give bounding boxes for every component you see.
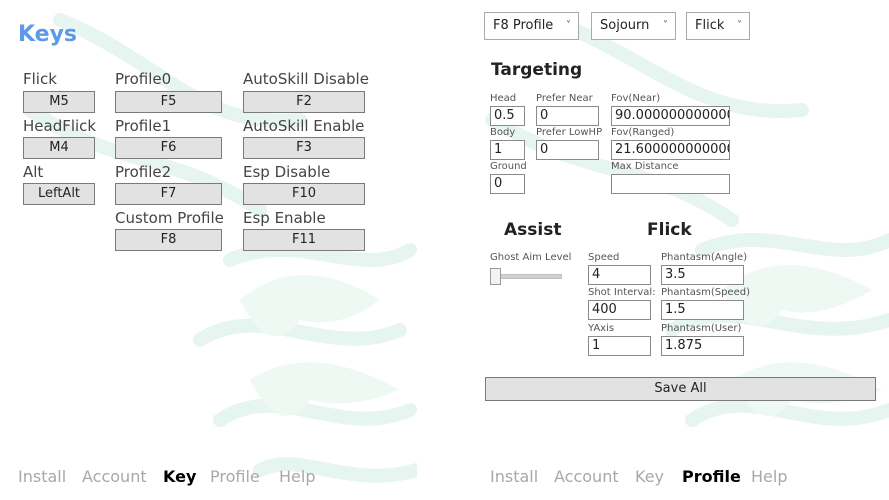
mode-select-value: Flick: [695, 18, 725, 33]
key-label-profile1: Profile1: [115, 117, 172, 135]
phantasm-user-label: Phantasm(User): [661, 323, 742, 334]
save-all-button[interactable]: Save All: [485, 377, 876, 401]
key-button-profile0[interactable]: F5: [115, 91, 222, 113]
character-select-value: Sojourn: [600, 18, 650, 33]
assist-title: Assist: [504, 220, 562, 240]
key-button-autoskill-disable[interactable]: F2: [243, 91, 365, 113]
keys-panel: Keys Flick M5 HeadFlick M4 Alt LeftAlt P…: [0, 0, 417, 500]
key-label-alt: Alt: [23, 163, 44, 181]
key-label-esp-disable: Esp Disable: [243, 163, 331, 181]
chevron-down-icon: ˅: [663, 20, 668, 31]
prefer-near-label: Prefer Near: [536, 93, 593, 104]
nav-account[interactable]: Account: [82, 467, 147, 486]
ground-label: Ground: [490, 161, 527, 172]
key-button-esp-enable[interactable]: F11: [243, 229, 365, 251]
prefer-lowhp-label: Prefer LowHP: [536, 127, 603, 138]
profile-panel: F8 Profile ˅ Sojourn ˅ Flick ˅ Targeting…: [472, 0, 889, 500]
key-button-autoskill-enable[interactable]: F3: [243, 137, 365, 159]
nav-account[interactable]: Account: [554, 467, 619, 486]
prefer-lowhp-input[interactable]: 0: [536, 140, 599, 160]
nav-install[interactable]: Install: [18, 467, 66, 486]
chevron-down-icon: ˅: [566, 20, 571, 31]
nav-profile[interactable]: Profile: [682, 467, 741, 486]
profile-select-value: F8 Profile: [493, 18, 554, 33]
key-label-profile2: Profile2: [115, 163, 172, 181]
key-label-esp-enable: Esp Enable: [243, 209, 326, 227]
speed-label: Speed: [588, 252, 620, 263]
ghost-aim-label: Ghost Aim Level: [490, 252, 572, 263]
yaxis-label: YAxis: [588, 323, 615, 334]
targeting-title: Targeting: [491, 60, 583, 80]
phantasm-angle-label: Phantasm(Angle): [661, 252, 748, 263]
ground-input[interactable]: 0: [490, 174, 525, 194]
body-label: Body: [490, 127, 516, 138]
key-button-profile1[interactable]: F6: [115, 137, 222, 159]
phantasm-speed-input[interactable]: 1.5: [661, 300, 744, 320]
key-label-headflick: HeadFlick: [23, 117, 97, 135]
ghost-aim-slider[interactable]: [490, 268, 562, 288]
key-label-autoskill-enable: AutoSkill Enable: [243, 117, 365, 135]
nav-help[interactable]: Help: [751, 467, 787, 486]
prefer-near-input[interactable]: 0: [536, 106, 599, 126]
head-input[interactable]: 0.5: [490, 106, 525, 126]
phantasm-user-input[interactable]: 1.875: [661, 336, 744, 356]
key-button-custom-profile[interactable]: F8: [115, 229, 222, 251]
fov-near-input[interactable]: 90.0000000000002: [611, 106, 730, 126]
chevron-down-icon: ˅: [737, 20, 742, 31]
fov-ranged-label: Fov(Ranged): [611, 127, 675, 138]
key-button-flick[interactable]: M5: [23, 91, 95, 113]
key-label-autoskill-disable: AutoSkill Disable: [243, 70, 369, 88]
max-distance-input[interactable]: [611, 174, 730, 194]
phantasm-speed-label: Phantasm(Speed): [661, 287, 750, 298]
key-button-esp-disable[interactable]: F10: [243, 183, 365, 205]
body-input[interactable]: 1: [490, 140, 525, 160]
key-button-headflick[interactable]: M4: [23, 137, 95, 159]
yaxis-input[interactable]: 1: [588, 336, 651, 356]
profile-select[interactable]: F8 Profile ˅: [484, 12, 579, 40]
character-select[interactable]: Sojourn ˅: [591, 12, 676, 40]
fov-ranged-input[interactable]: 21.6000000000003: [611, 140, 730, 160]
key-label-flick: Flick: [23, 70, 57, 88]
page-title: Keys: [18, 22, 78, 47]
fov-near-label: Fov(Near): [611, 93, 661, 104]
panel-separator: [417, 0, 472, 500]
flick-title: Flick: [647, 220, 692, 240]
nav-install[interactable]: Install: [490, 467, 538, 486]
mode-select[interactable]: Flick ˅: [686, 12, 750, 40]
nav-key[interactable]: Key: [635, 467, 664, 486]
shot-interval-label: Shot Interval:: [588, 287, 656, 298]
key-label-profile0: Profile0: [115, 70, 172, 88]
max-distance-label: Max Distance: [611, 161, 679, 172]
head-label: Head: [490, 93, 517, 104]
key-button-alt[interactable]: LeftAlt: [23, 183, 95, 205]
nav-help[interactable]: Help: [279, 467, 315, 486]
speed-input[interactable]: 4: [588, 265, 651, 285]
slider-thumb[interactable]: [490, 268, 501, 285]
key-label-custom-profile: Custom Profile: [115, 209, 224, 227]
key-button-profile2[interactable]: F7: [115, 183, 222, 205]
shot-interval-input[interactable]: 400: [588, 300, 651, 320]
nav-key[interactable]: Key: [163, 467, 196, 486]
nav-profile[interactable]: Profile: [210, 467, 260, 486]
phantasm-angle-input[interactable]: 3.5: [661, 265, 744, 285]
